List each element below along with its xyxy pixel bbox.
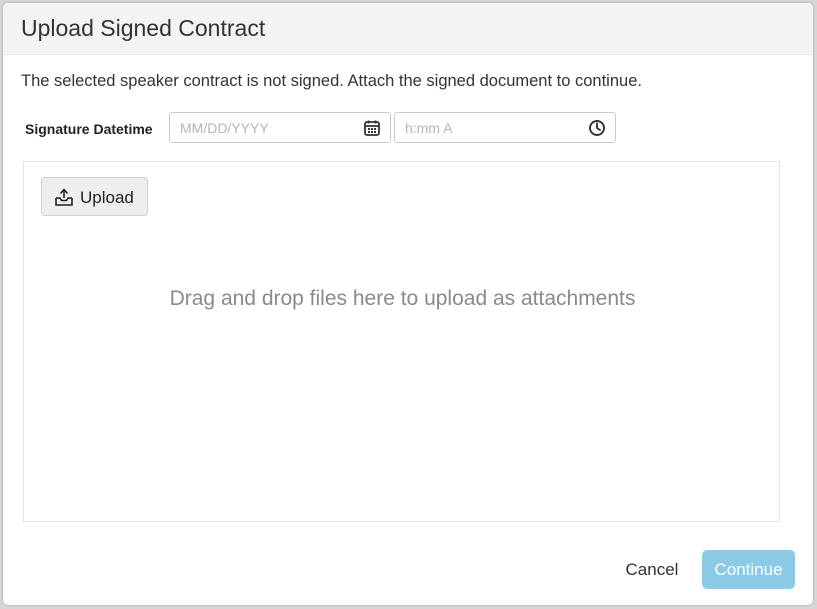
upload-button[interactable]: Upload — [41, 177, 148, 216]
signature-time-input[interactable] — [395, 113, 585, 142]
clock-icon[interactable] — [588, 119, 606, 137]
dialog-message: The selected speaker contract is not sig… — [21, 72, 642, 90]
calendar-icon[interactable] — [363, 119, 381, 137]
upload-tray-icon — [55, 188, 73, 206]
dialog-header: Upload Signed Contract — [3, 3, 813, 55]
signature-date-field[interactable] — [169, 112, 391, 143]
continue-button[interactable]: Continue — [702, 550, 795, 589]
upload-button-label: Upload — [80, 188, 134, 207]
cancel-button[interactable]: Cancel — [607, 551, 697, 589]
signature-datetime-label: Signature Datetime — [25, 121, 153, 137]
dialog-title: Upload Signed Contract — [21, 15, 266, 41]
dropzone-hint: Drag and drop files here to upload as at… — [169, 287, 636, 310]
file-dropzone[interactable]: Upload Drag and drop files here to uploa… — [23, 161, 780, 522]
upload-signed-contract-dialog: Upload Signed Contract The selected spea… — [3, 3, 813, 605]
signature-date-input[interactable] — [170, 113, 360, 142]
signature-time-field[interactable] — [394, 112, 616, 143]
